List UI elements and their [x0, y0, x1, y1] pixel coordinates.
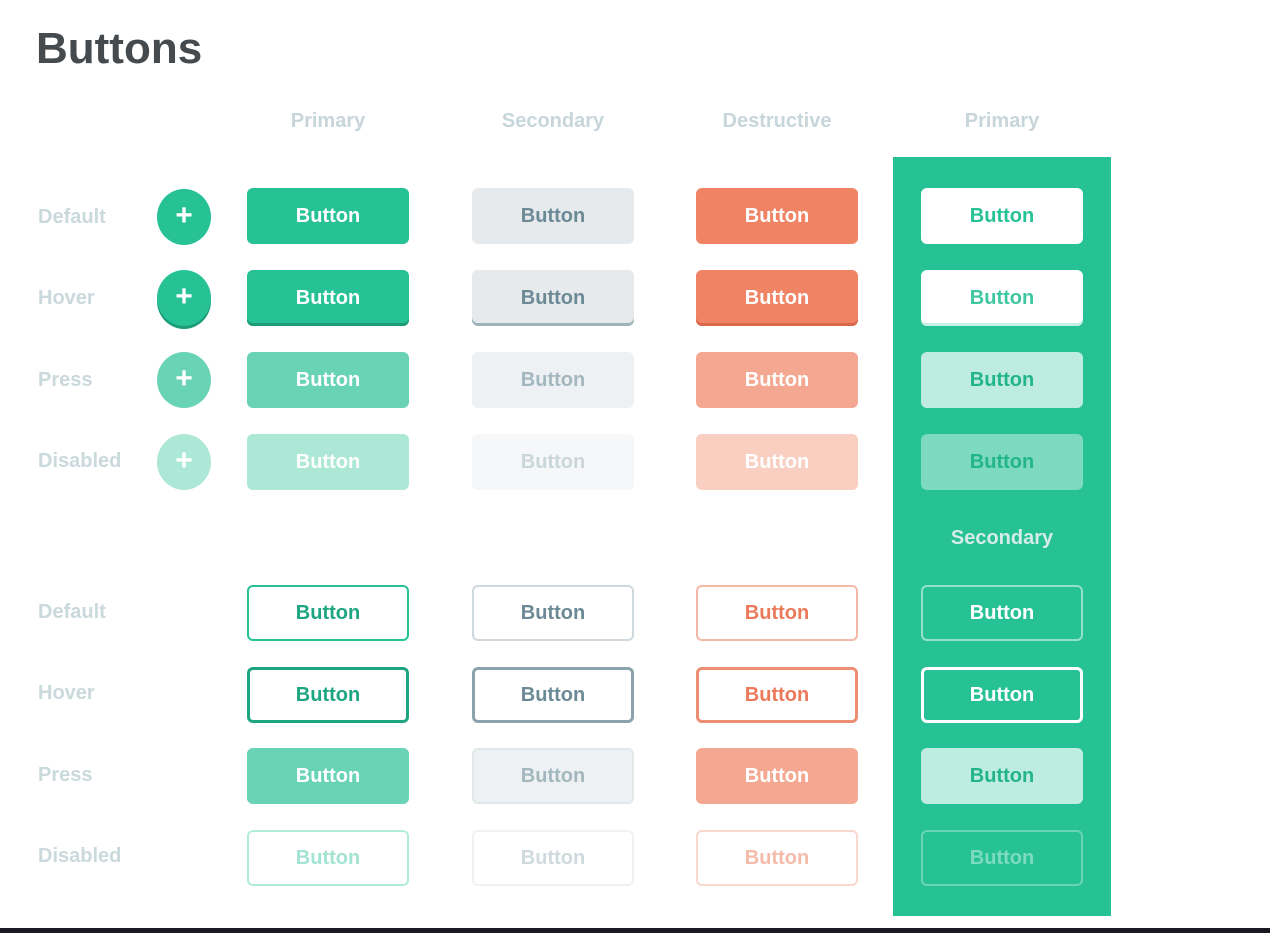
secondary-button-press[interactable]: Button: [472, 352, 634, 408]
primary-outline-button-disabled: Button: [247, 830, 409, 886]
inverse-primary-button-hover[interactable]: Button: [921, 270, 1083, 326]
inverse-primary-button-press[interactable]: Button: [921, 352, 1083, 408]
bottom-edge-bar: [0, 928, 1270, 933]
primary-outline-button-press[interactable]: Button: [247, 748, 409, 804]
primary-outline-button-hover[interactable]: Button: [247, 667, 409, 723]
page-title: Buttons: [36, 24, 203, 73]
destructive-outline-button-press[interactable]: Button: [696, 748, 858, 804]
destructive-outline-button-disabled: Button: [696, 830, 858, 886]
primary-button-default[interactable]: Button: [247, 188, 409, 244]
row-label-default: Default: [38, 601, 106, 623]
secondary-button-disabled: Button: [472, 434, 634, 490]
inverse-secondary-button-hover[interactable]: Button: [921, 667, 1083, 723]
column-header-primary: Primary: [290, 110, 366, 132]
row-label-default: Default: [38, 206, 106, 228]
fab-disabled: +: [157, 434, 211, 490]
secondary-outline-button-default[interactable]: Button: [472, 585, 634, 641]
destructive-outline-button-default[interactable]: Button: [696, 585, 858, 641]
inverse-primary-button-default[interactable]: Button: [921, 188, 1083, 244]
fab-hover[interactable]: +: [157, 270, 211, 326]
secondary-outline-button-hover[interactable]: Button: [472, 667, 634, 723]
inverse-secondary-button-press[interactable]: Button: [921, 748, 1083, 804]
column-header-secondary: Secondary: [501, 110, 605, 132]
column-header-primary-inverse: Primary: [964, 110, 1040, 132]
primary-button-hover[interactable]: Button: [247, 270, 409, 326]
destructive-outline-button-hover[interactable]: Button: [696, 667, 858, 723]
plus-icon: +: [175, 443, 193, 477]
destructive-button-disabled: Button: [696, 434, 858, 490]
destructive-button-press[interactable]: Button: [696, 352, 858, 408]
column-header-destructive: Destructive: [722, 110, 832, 132]
inverse-secondary-button-disabled: Button: [921, 830, 1083, 886]
row-label-disabled: Disabled: [38, 450, 122, 472]
destructive-button-hover[interactable]: Button: [696, 270, 858, 326]
row-label-press: Press: [38, 764, 93, 786]
plus-icon: +: [175, 279, 193, 313]
plus-icon: +: [175, 361, 193, 395]
secondary-outline-button-press[interactable]: Button: [472, 748, 634, 804]
secondary-button-hover[interactable]: Button: [472, 270, 634, 326]
secondary-outline-button-disabled: Button: [472, 830, 634, 886]
destructive-button-default[interactable]: Button: [696, 188, 858, 244]
secondary-button-default[interactable]: Button: [472, 188, 634, 244]
fab-press[interactable]: +: [157, 352, 211, 408]
plus-icon: +: [175, 198, 193, 232]
inverse-primary-button-disabled: Button: [921, 434, 1083, 490]
row-label-hover: Hover: [38, 682, 95, 704]
inverse-secondary-button-default[interactable]: Button: [921, 585, 1083, 641]
row-label-press: Press: [38, 369, 93, 391]
row-label-hover: Hover: [38, 287, 95, 309]
primary-outline-button-default[interactable]: Button: [247, 585, 409, 641]
row-label-disabled: Disabled: [38, 845, 122, 867]
panel-secondary-label: Secondary: [950, 527, 1054, 549]
fab-default[interactable]: +: [157, 189, 211, 245]
primary-button-press[interactable]: Button: [247, 352, 409, 408]
primary-button-disabled: Button: [247, 434, 409, 490]
